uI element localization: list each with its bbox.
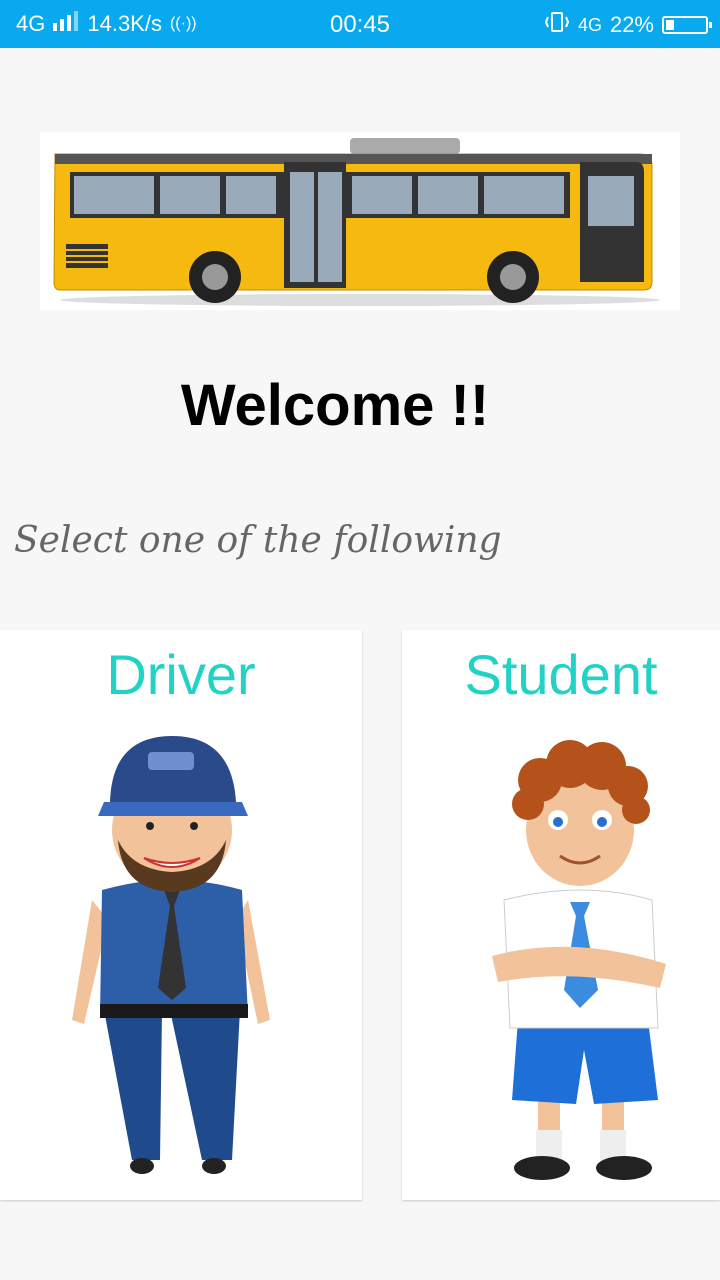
status-left: 4G 14.3K/s ((·)) [16, 11, 197, 37]
battery-percent: 22% [609, 12, 654, 37]
bus-illustration [53, 138, 660, 306]
battery-icon [662, 16, 712, 34]
student-illustration [492, 740, 666, 1180]
hotspot-icon: ((·)) [169, 15, 197, 32]
network-type-right: 4G [577, 14, 602, 35]
driver-illustration [72, 736, 270, 1174]
status-bar: 4G 14.3K/s ((·)) 00:45 4G 22% [0, 0, 720, 48]
network-speed: 14.3K/s [87, 11, 162, 36]
select-prompt: Select one of the following [14, 520, 502, 561]
signal-icon [53, 11, 79, 37]
battery-fill [666, 20, 674, 30]
bus-image [40, 132, 680, 310]
network-type: 4G [16, 11, 46, 36]
vibrate-icon [544, 11, 570, 39]
student-card[interactable]: Student [402, 630, 720, 1200]
student-label: Student [464, 643, 658, 706]
driver-card[interactable]: Driver [0, 630, 362, 1200]
driver-label: Driver [106, 643, 256, 706]
status-right: 4G 22% [544, 11, 712, 39]
welcome-title: Welcome !! [180, 373, 490, 438]
